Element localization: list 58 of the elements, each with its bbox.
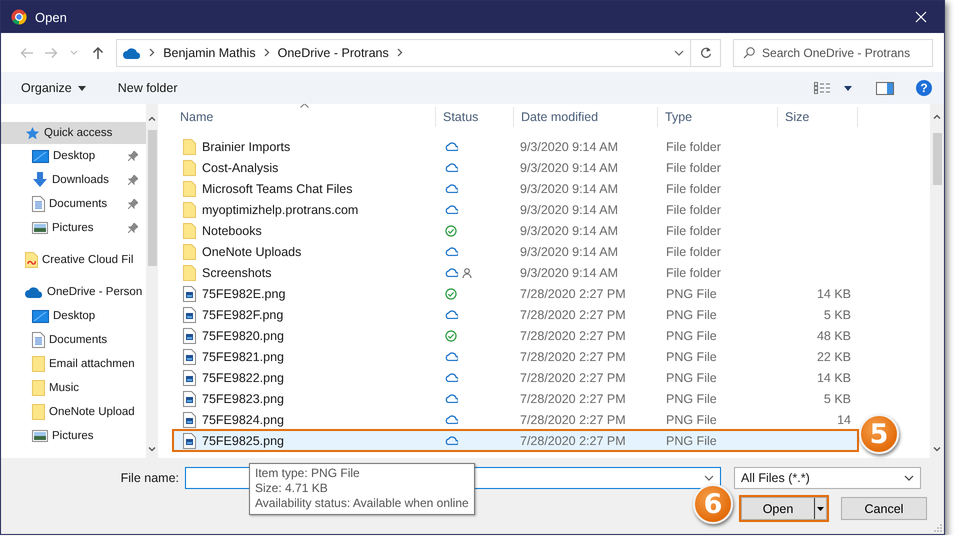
date-modified: 7/28/2020 2:27 PM: [520, 350, 626, 364]
file-name: myoptimizhelp.protrans.com: [202, 202, 358, 217]
file-size: 14: [837, 412, 851, 427]
date-modified: 7/28/2020 2:27 PM: [520, 392, 626, 406]
file-name: Cost-Analysis: [202, 160, 278, 175]
file-type: File folder: [666, 140, 721, 154]
file-type: PNG File: [666, 350, 717, 364]
date-modified: 9/3/2020 9:14 AM: [520, 224, 618, 238]
window-title: Open: [35, 10, 68, 24]
file-size: 48 KB: [816, 328, 851, 343]
date-modified: 7/28/2020 2:27 PM: [520, 434, 626, 448]
date-modified: 9/3/2020 9:14 AM: [520, 266, 618, 280]
file-name: OneNote Uploads: [202, 244, 302, 259]
file-type: File folder: [666, 182, 721, 196]
date-modified: 9/3/2020 9:14 AM: [520, 160, 618, 175]
file-name: 75FE9821.png: [202, 350, 284, 364]
date-modified: 9/3/2020 9:14 AM: [520, 140, 618, 154]
tooltip-text: Item type: PNG File: [255, 466, 361, 481]
date-modified: 7/28/2020 2:27 PM: [520, 286, 626, 301]
step-number-badge: 5: [859, 414, 899, 454]
date-modified: 7/28/2020 2:27 PM: [520, 412, 626, 427]
date-modified: 9/3/2020 9:14 AM: [520, 202, 618, 217]
date-modified: 9/3/2020 9:14 AM: [520, 244, 618, 259]
tooltip-text: Size: 4.71 KB: [255, 481, 329, 496]
file-type: PNG File: [666, 392, 717, 406]
date-modified: 7/28/2020 2:27 PM: [520, 328, 626, 343]
file-size: 22 KB: [816, 350, 851, 364]
date-modified: 7/28/2020 2:27 PM: [520, 308, 626, 322]
file-type: PNG File: [666, 286, 717, 301]
file-name: Notebooks: [202, 224, 262, 238]
field-label: File name:: [120, 471, 180, 486]
file-type: File folder: [666, 244, 721, 259]
file-name: 75FE9823.png: [202, 392, 284, 406]
file-size: 5 KB: [824, 308, 851, 322]
file-type: File folder: [666, 160, 721, 175]
file-type: PNG File: [666, 434, 717, 448]
file-name: Brainier Imports: [202, 140, 290, 154]
file-type: File folder: [666, 266, 721, 280]
file-name: 75FE9825.png: [202, 434, 284, 448]
file-type: File folder: [666, 224, 721, 238]
file-type: PNG File: [666, 370, 717, 385]
file-type: PNG File: [666, 328, 717, 343]
file-type: File folder: [666, 202, 721, 217]
file-name: Screenshots: [202, 266, 272, 280]
tooltip-text: Availability status: Available when online: [255, 496, 469, 511]
file-name: 75FE982F.png: [202, 308, 284, 322]
file-name: 75FE9822.png: [202, 370, 284, 385]
file-size: 14 KB: [816, 286, 851, 301]
date-modified: 7/28/2020 2:27 PM: [520, 370, 626, 385]
date-modified: 9/3/2020 9:14 AM: [520, 182, 618, 196]
file-name: 75FE9824.png: [202, 412, 284, 427]
file-size: 5 KB: [824, 392, 851, 406]
file-type: PNG File: [666, 308, 717, 322]
file-name: 75FE982E.png: [202, 286, 286, 301]
file-name: Microsoft Teams Chat Files: [202, 182, 353, 196]
file-type: PNG File: [666, 412, 717, 427]
file-size: 14 KB: [816, 370, 851, 385]
file-name: 75FE9820.png: [202, 328, 284, 343]
